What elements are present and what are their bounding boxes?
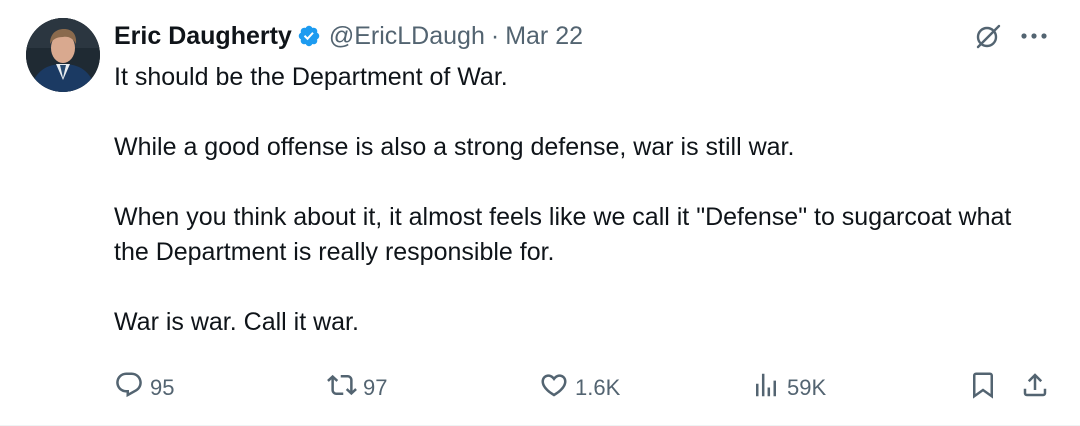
tweet-paragraph: When you think about it, it almost feels… [114,203,1012,266]
tweet-text: It should be the Department of War. Whil… [114,60,1014,340]
views-button[interactable]: 59K [751,370,826,406]
avatar[interactable] [26,18,100,92]
repost-icon [327,370,363,406]
analytics-icon [751,370,787,406]
tweet-paragraph: War is war. Call it war. [114,308,359,336]
header-separator: · [490,21,500,50]
reply-icon [114,370,150,406]
author-name[interactable]: Eric Daugherty [114,22,292,51]
like-button[interactable]: 1.6K [539,370,620,406]
author-handle[interactable]: @EricLDaugh [329,22,485,51]
heart-icon [539,370,575,406]
reply-button[interactable]: 95 [114,370,174,406]
more-icon[interactable] [1018,22,1050,50]
bookmark-button[interactable] [968,370,1004,406]
reply-count: 95 [150,375,175,400]
tweet-header: Eric Daugherty @EricLDaugh · Mar 22 [114,20,583,52]
tweet-date[interactable]: Mar 22 [505,22,583,51]
views-count: 59K [787,375,827,400]
tweet-paragraph: While a good offense is also a strong de… [114,133,795,161]
tweet-paragraph: It should be the Department of War. [114,63,508,91]
verified-badge-icon[interactable] [297,24,321,48]
action-bar: 95 97 1.6K 59K [114,370,1060,406]
bookmark-icon [968,370,1004,406]
like-count: 1.6K [575,375,621,400]
share-icon [1020,370,1056,406]
grok-icon[interactable] [974,22,1002,50]
repost-count: 97 [363,375,388,400]
tweet[interactable]: Eric Daugherty @EricLDaugh · Mar 22 It s… [0,0,1080,426]
share-button[interactable] [1020,370,1056,406]
repost-button[interactable]: 97 [327,370,387,406]
